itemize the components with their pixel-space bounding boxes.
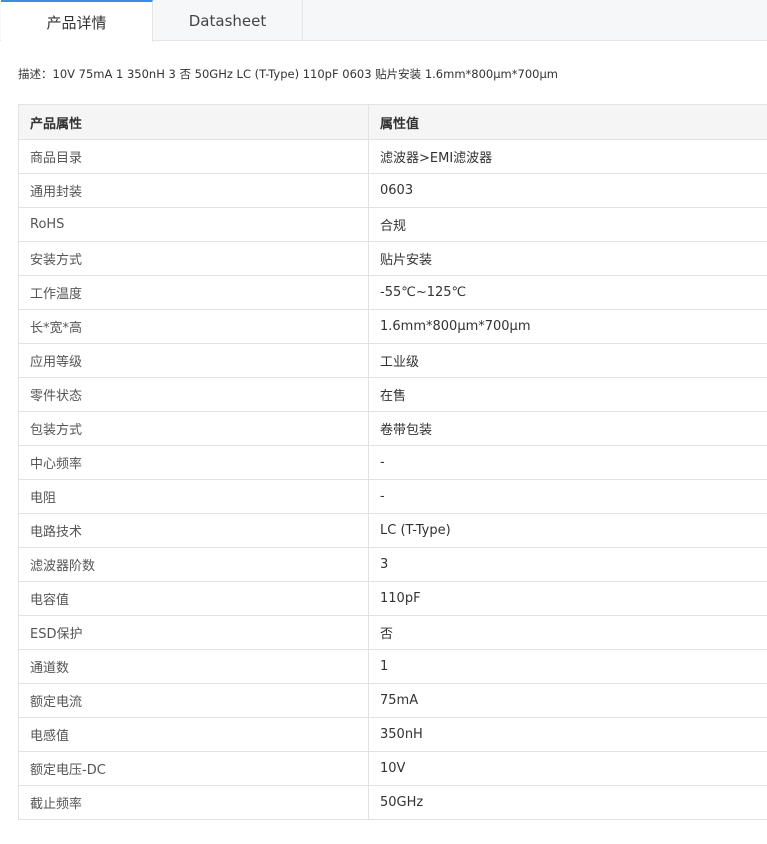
attribute-value: 110pF xyxy=(368,581,767,616)
attribute-name: 电路技术 xyxy=(18,513,369,548)
attribute-value: 0603 xyxy=(368,173,767,208)
attribute-value: 350nH xyxy=(368,717,767,752)
table-row: 通用封装 0603 xyxy=(18,173,767,208)
table-row: 截止频率 50GHz xyxy=(18,785,767,820)
attribute-value: 在售 xyxy=(368,377,767,412)
table-row: 工作温度 -55℃~125℃ xyxy=(18,275,767,310)
attribute-name: 电容值 xyxy=(18,581,369,616)
attribute-name: 额定电压-DC xyxy=(18,751,369,786)
table-row: 额定电流 75mA xyxy=(18,683,767,718)
attribute-value: - xyxy=(368,479,767,514)
tab-product-details[interactable]: 产品详情 xyxy=(1,0,153,42)
attribute-value: 卷带包装 xyxy=(368,411,767,446)
table-row: 中心频率 - xyxy=(18,445,767,480)
table-row: 电路技术 LC (T-Type) xyxy=(18,513,767,548)
table-header-row: 产品属性 属性值 xyxy=(18,104,767,140)
attribute-name: 滤波器阶数 xyxy=(18,547,369,582)
attribute-value: - xyxy=(368,445,767,480)
attribute-value: 否 xyxy=(368,615,767,650)
table-row: 通道数 1 xyxy=(18,649,767,684)
attribute-name: 通用封装 xyxy=(18,173,369,208)
table-row: RoHS 合规 xyxy=(18,207,767,242)
attributes-table: 产品属性 属性值 商品目录 滤波器>EMI滤波器 通用封装 0603 RoHS 合规 安装方… xyxy=(18,104,767,820)
attribute-name: 通道数 xyxy=(18,649,369,684)
table-row: 长*宽*高 1.6mm*800μm*700μm xyxy=(18,309,767,344)
attribute-value: -55℃~125℃ xyxy=(368,275,767,310)
attribute-name: 截止频率 xyxy=(18,785,369,820)
attribute-name: 电感值 xyxy=(18,717,369,752)
table-row: 电阻 - xyxy=(18,479,767,514)
table-row: ESD保护否 xyxy=(18,615,767,650)
attribute-name: 应用等级 xyxy=(18,343,369,378)
table-row: 滤波器阶数 3 xyxy=(18,547,767,582)
attribute-value: 3 xyxy=(368,547,767,582)
header-value: 属性值 xyxy=(368,104,767,140)
attribute-value: 工业级 xyxy=(368,343,767,378)
attribute-name: 中心频率 xyxy=(18,445,369,480)
attribute-value: 贴片安装 xyxy=(368,241,767,276)
attribute-name: 商品目录 xyxy=(18,139,369,174)
attribute-value: LC (T-Type) xyxy=(368,513,767,548)
attribute-name: 工作温度 xyxy=(18,275,369,310)
product-description: 描述：10V 75mA 1 350nH 3 否 50GHz LC (T-Type… xyxy=(18,67,558,81)
attribute-name: 安装方式 xyxy=(18,241,369,276)
attribute-value: 1 xyxy=(368,649,767,684)
table-row: 零件状态 在售 xyxy=(18,377,767,412)
attribute-name: RoHS xyxy=(18,207,369,242)
table-row: 包装方式 卷带包装 xyxy=(18,411,767,446)
attribute-name: 电阻 xyxy=(18,479,369,514)
tab-bar: 产品详情 Datasheet xyxy=(0,0,767,42)
header-attribute: 产品属性 xyxy=(18,104,369,140)
table-row: 安装方式 贴片安装 xyxy=(18,241,767,276)
attribute-value: 10V xyxy=(368,751,767,786)
attribute-name: 包装方式 xyxy=(18,411,369,446)
tab-datasheet[interactable]: Datasheet xyxy=(153,0,303,41)
table-row: 电容值 110pF xyxy=(18,581,767,616)
attribute-value: 75mA xyxy=(368,683,767,718)
attribute-name: ESD保护 xyxy=(18,615,369,650)
table-row: 应用等级 工业级 xyxy=(18,343,767,378)
attribute-value: 1.6mm*800μm*700μm xyxy=(368,309,767,344)
attribute-value: 滤波器>EMI滤波器 xyxy=(368,139,767,174)
table-row: 电感值 350nH xyxy=(18,717,767,752)
attribute-value: 合规 xyxy=(368,207,767,242)
attribute-name: 零件状态 xyxy=(18,377,369,412)
attribute-name: 长*宽*高 xyxy=(18,309,369,344)
attribute-value: 50GHz xyxy=(368,785,767,820)
table-row: 额定电压-DC 10V xyxy=(18,751,767,786)
table-row: 商品目录 滤波器>EMI滤波器 xyxy=(18,139,767,174)
attribute-name: 额定电流 xyxy=(18,683,369,718)
